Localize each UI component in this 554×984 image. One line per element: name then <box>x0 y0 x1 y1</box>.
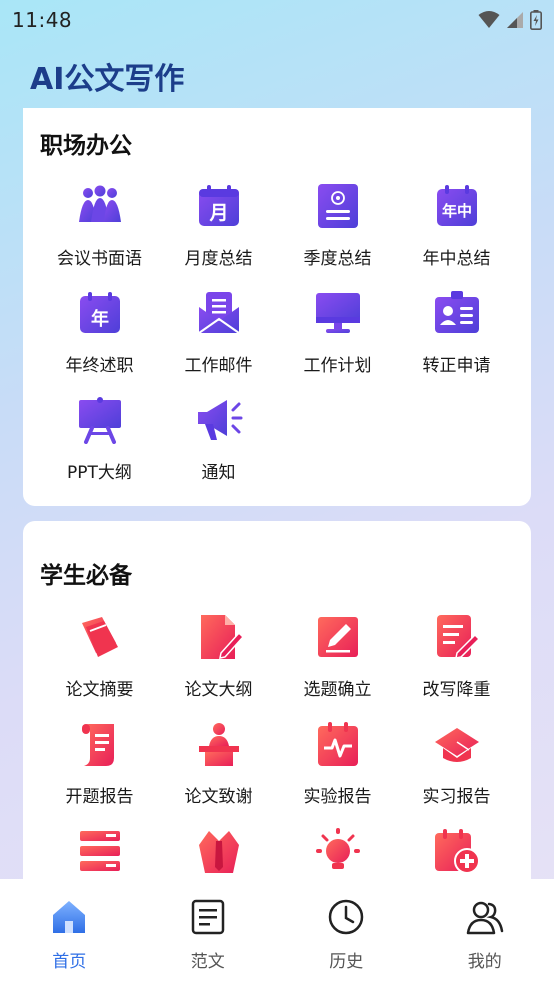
office-section-title: 职场办公 <box>40 133 132 159</box>
student-item-internship[interactable]: 实习报告 <box>397 720 516 820</box>
office-section-card: 职场办公 会议书面语 月 月度总结 季度总结 年中 年中总结 年 年终述职 工作… <box>23 108 531 506</box>
calendar-year-icon: 年 <box>79 292 120 333</box>
tab-label: 我的 <box>467 952 502 972</box>
wifi-icon <box>478 11 500 28</box>
office-item-monthly[interactable]: 月 月度总结 <box>159 182 278 282</box>
student-item-topic[interactable]: 选题确立 <box>278 613 397 713</box>
meeting-people-icon <box>78 185 121 222</box>
lightbulb-icon <box>315 828 360 869</box>
svg-text:月: 月 <box>208 202 228 224</box>
student-item-experiment[interactable]: 实验报告 <box>278 720 397 820</box>
calendar-midyear-icon: 年中 <box>436 185 477 226</box>
student-item-label: 改写降重 <box>422 680 491 700</box>
office-item-notice[interactable]: 通知 <box>159 396 278 496</box>
student-item-label: 选题确立 <box>303 680 372 700</box>
tab-home[interactable]: 首页 <box>0 879 139 984</box>
office-item-label: 会议书面语 <box>57 249 142 269</box>
office-item-email[interactable]: 工作邮件 <box>159 289 278 389</box>
student-item-label: 论文致谢 <box>184 787 253 807</box>
office-item-label: 工作邮件 <box>184 356 253 376</box>
office-item-label: 月度总结 <box>184 249 253 269</box>
student-item-abstract[interactable]: 论文摘要 <box>40 613 159 713</box>
svg-text:年: 年 <box>91 308 109 330</box>
tab-label: 历史 <box>329 952 364 972</box>
office-item-label: 转正申请 <box>422 356 491 376</box>
student-item-label: 实验报告 <box>303 787 372 807</box>
office-item-label: 工作计划 <box>303 356 372 376</box>
student-item-rewrite[interactable]: 改写降重 <box>397 613 516 713</box>
office-item-plan[interactable]: 工作计划 <box>278 289 397 389</box>
status-time: 11:48 <box>12 8 73 32</box>
quarter-document-icon <box>317 184 358 228</box>
id-badge-icon <box>434 291 479 333</box>
clipboard-pulse-icon <box>317 722 358 766</box>
student-item-label: 实习报告 <box>422 787 491 807</box>
home-icon <box>53 901 86 933</box>
monitor-icon <box>315 293 360 333</box>
tab-label: 范文 <box>190 952 225 972</box>
status-bar: 11:48 <box>0 0 554 40</box>
tab-label: 首页 <box>52 952 87 972</box>
clock-icon <box>329 899 364 935</box>
document-edit-icon <box>436 615 480 659</box>
office-item-label: 季度总结 <box>303 249 372 269</box>
document-pen-icon <box>200 615 243 659</box>
calendar-month-icon: 月 <box>198 185 239 226</box>
graduation-cap-icon <box>434 728 479 762</box>
office-item-ppt[interactable]: PPT大纲 <box>40 396 159 496</box>
battery-icon <box>530 10 542 30</box>
office-item-label: 年中总结 <box>422 249 491 269</box>
office-item-meeting[interactable]: 会议书面语 <box>40 182 159 282</box>
calendar-plus-icon <box>434 829 480 874</box>
student-section-title: 学生必备 <box>40 563 132 589</box>
megaphone-icon <box>197 400 242 440</box>
mail-icon <box>197 292 240 334</box>
book-icon <box>81 617 118 657</box>
tab-samples[interactable]: 范文 <box>139 879 278 984</box>
document-list-icon <box>191 899 224 935</box>
users-icon <box>466 901 503 935</box>
bottom-tab-bar: 首页 范文 历史 我的 <box>0 879 554 984</box>
status-icons <box>478 10 542 30</box>
student-item-label: 开题报告 <box>65 787 134 807</box>
tab-history[interactable]: 历史 <box>277 879 416 984</box>
student-item-thanks[interactable]: 论文致谢 <box>159 720 278 820</box>
office-item-quarterly[interactable]: 季度总结 <box>278 182 397 282</box>
office-item-regularization[interactable]: 转正申请 <box>397 289 516 389</box>
speaker-podium-icon <box>198 723 239 766</box>
presentation-board-icon <box>78 397 121 444</box>
office-item-yearend[interactable]: 年 年终述职 <box>40 289 159 389</box>
edit-square-icon <box>317 617 358 657</box>
cellular-icon <box>507 12 523 28</box>
office-item-label: PPT大纲 <box>67 463 132 483</box>
student-item-outline[interactable]: 论文大纲 <box>159 613 278 713</box>
svg-text:年中: 年中 <box>441 202 471 220</box>
scroll-icon <box>81 724 114 766</box>
office-item-midyear[interactable]: 年中 年中总结 <box>397 182 516 282</box>
student-item-label: 论文摘要 <box>65 680 134 700</box>
student-item-proposal[interactable]: 开题报告 <box>40 720 159 820</box>
tab-profile[interactable]: 我的 <box>416 879 554 984</box>
student-item-label: 论文大纲 <box>184 680 253 700</box>
shirt-tie-icon <box>198 831 239 873</box>
office-item-label: 通知 <box>201 463 236 483</box>
app-title: AI公文写作 <box>30 62 185 97</box>
office-item-label: 年终述职 <box>65 356 134 376</box>
stacked-bars-icon <box>79 831 120 871</box>
